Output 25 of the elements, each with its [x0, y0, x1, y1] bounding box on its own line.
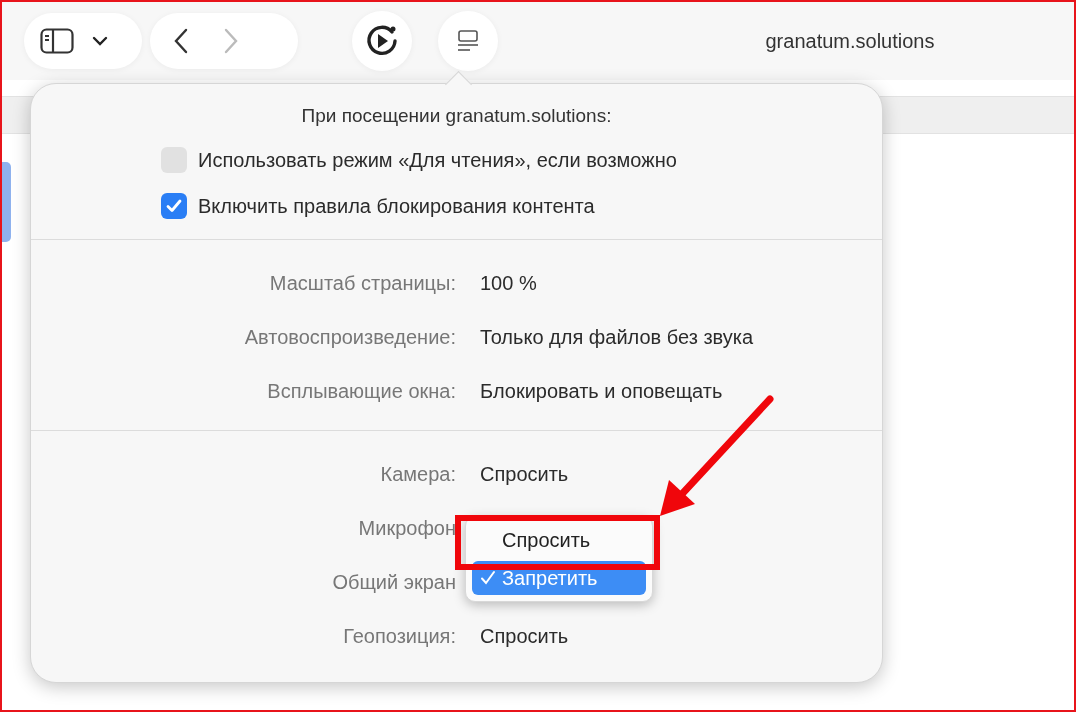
play-circle-icon[interactable] — [365, 24, 399, 58]
checkmark-icon — [480, 570, 496, 586]
sidebar-icon[interactable] — [40, 28, 74, 54]
address-field[interactable]: granatum.solutions — [506, 29, 1074, 53]
popover-title: При посещении granatum.solutions: — [301, 105, 612, 127]
setting-label: Масштаб страницы: — [269, 271, 456, 295]
setting-label: Автовоспроизведение: — [244, 325, 456, 349]
menu-item[interactable]: Спросить — [472, 523, 646, 557]
permission-value[interactable]: Спросить — [480, 462, 882, 486]
permission-label: Микрофон — [358, 516, 456, 540]
permission-value[interactable]: Спросить — [480, 624, 882, 648]
permission-label: Общий экран — [332, 570, 456, 594]
page-menu-icon[interactable] — [457, 30, 479, 52]
checkbox-label: Включить правила блокирования контента — [198, 194, 595, 218]
permission-label: Камера: — [380, 462, 456, 486]
chevron-down-icon[interactable] — [92, 36, 108, 46]
back-icon[interactable] — [174, 28, 188, 54]
setting-value[interactable]: 100 % — [480, 271, 882, 295]
setting-label: Всплывающие окна: — [267, 379, 456, 403]
checkbox[interactable] — [161, 193, 187, 219]
checkmark-icon — [166, 199, 182, 213]
setting-value[interactable]: Блокировать и оповещать — [480, 379, 882, 403]
checkbox-label: Использовать режим «Для чтения», если возможно — [198, 148, 677, 172]
setting-value[interactable]: Только для файлов без звука — [480, 325, 882, 349]
permission-label: Геопозиция: — [343, 624, 456, 648]
